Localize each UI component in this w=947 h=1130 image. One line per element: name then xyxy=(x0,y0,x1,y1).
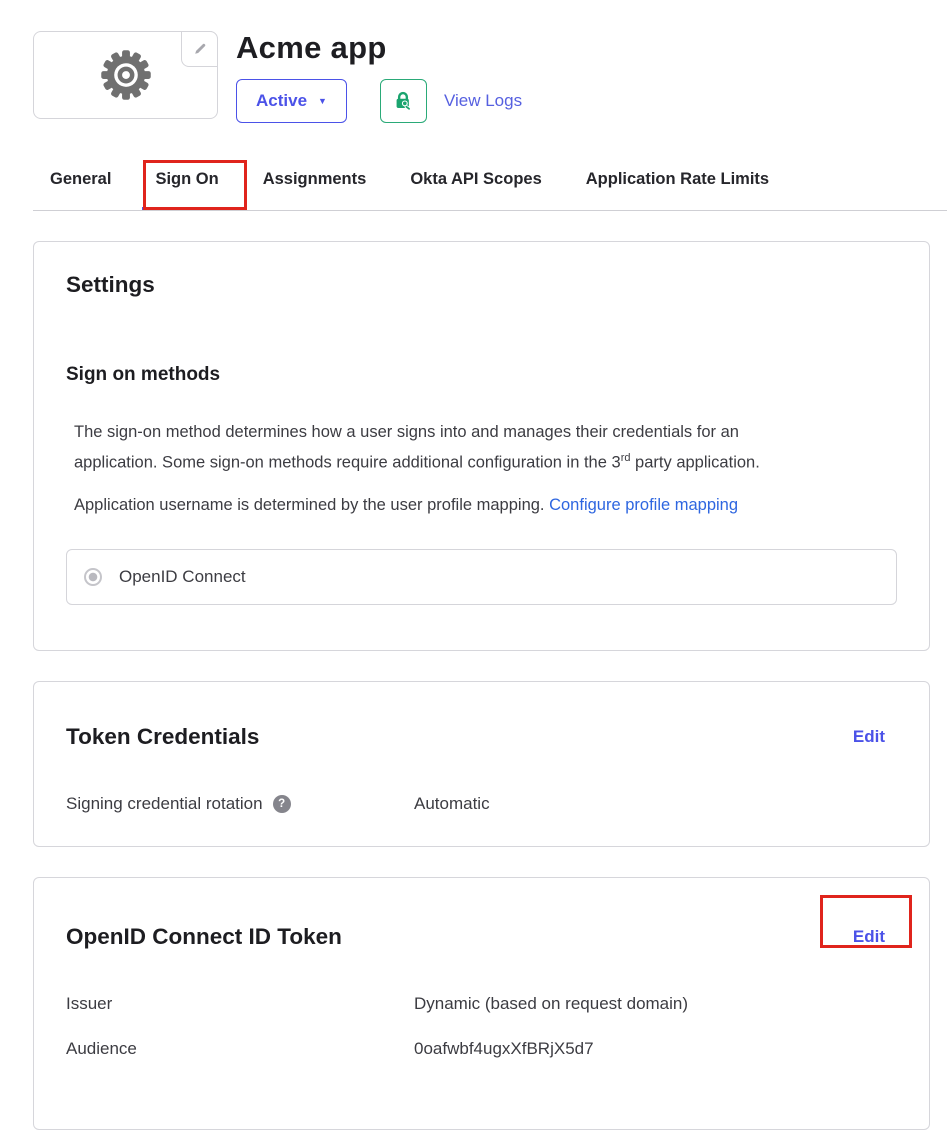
caret-down-icon: ▼ xyxy=(318,97,327,106)
pencil-icon xyxy=(192,41,208,57)
row-label-text: Issuer xyxy=(66,992,112,1016)
status-dropdown[interactable]: Active ▼ xyxy=(236,79,347,123)
sign-on-methods-heading: Sign on methods xyxy=(66,363,897,387)
view-logs-link[interactable]: View Logs xyxy=(444,91,522,111)
settings-card-title: Settings xyxy=(66,270,897,300)
app-header: Acme app Active ▼ View Logs xyxy=(0,0,947,123)
audience-row: Audience 0oafwbf4ugxXfBRjX5d7 xyxy=(66,1037,897,1061)
settings-card: Settings Sign on methods The sign-on met… xyxy=(33,241,930,651)
lock-key-icon xyxy=(392,90,414,112)
row-value-text: Automatic xyxy=(414,792,897,816)
edit-token-credentials-link[interactable]: Edit xyxy=(853,722,885,752)
tab-bar: General Sign On Assignments Okta API Sco… xyxy=(0,167,947,211)
sign-on-description: The sign-on method determines how a user… xyxy=(74,419,897,476)
sign-on-methods-section: Sign on methods The sign-on method deter… xyxy=(66,363,897,605)
tab-divider xyxy=(33,210,947,211)
edit-logo-button[interactable] xyxy=(181,31,218,67)
row-value-text: 0oafwbf4ugxXfBRjX5d7 xyxy=(414,1037,897,1061)
tab-okta-api-scopes[interactable]: Okta API Scopes xyxy=(397,167,554,211)
id-token-card: OpenID Connect ID Token Edit Issuer Dyna… xyxy=(33,877,930,1130)
username-mapping-text: Application username is determined by th… xyxy=(74,492,897,518)
token-credentials-card: Token Credentials Edit Signing credentia… xyxy=(33,681,930,847)
radio-disabled-icon xyxy=(84,568,102,586)
edit-id-token-link[interactable]: Edit xyxy=(853,922,885,952)
token-credentials-title: Token Credentials xyxy=(66,722,259,752)
tab-sign-on[interactable]: Sign On xyxy=(142,167,231,211)
help-icon[interactable]: ? xyxy=(273,795,291,813)
row-value-text: Dynamic (based on request domain) xyxy=(414,992,897,1016)
okta-app-page: Acme app Active ▼ View Logs xyxy=(0,0,947,1078)
id-token-title: OpenID Connect ID Token xyxy=(66,922,342,952)
sign-on-method-option: OpenID Connect xyxy=(66,549,897,605)
token-lock-button[interactable] xyxy=(380,79,427,123)
configure-profile-mapping-link[interactable]: Configure profile mapping xyxy=(549,496,738,514)
gear-icon xyxy=(99,48,153,102)
app-logo xyxy=(33,31,218,119)
tab-application-rate-limits[interactable]: Application Rate Limits xyxy=(573,167,782,211)
issuer-row: Issuer Dynamic (based on request domain) xyxy=(66,992,897,1016)
signing-credential-rotation-row: Signing credential rotation ? Automatic xyxy=(66,792,897,816)
status-label: Active xyxy=(256,91,307,111)
row-label-text: Audience xyxy=(66,1037,137,1061)
sign-on-method-label: OpenID Connect xyxy=(119,567,246,587)
app-title: Acme app xyxy=(236,31,522,65)
tab-assignments[interactable]: Assignments xyxy=(250,167,380,211)
row-label-text: Signing credential rotation xyxy=(66,792,263,816)
tab-general[interactable]: General xyxy=(37,167,124,211)
